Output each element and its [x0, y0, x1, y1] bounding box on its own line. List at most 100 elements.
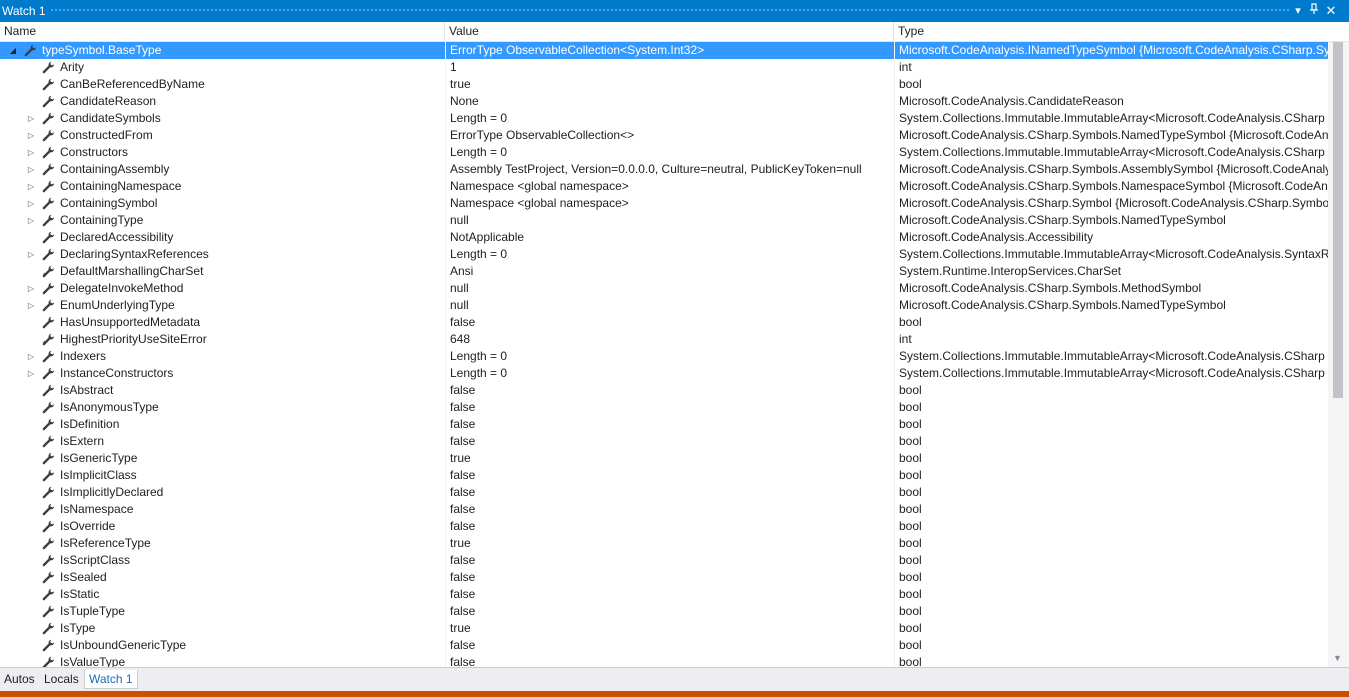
- row-value[interactable]: None: [445, 93, 893, 110]
- row-name[interactable]: CandidateSymbols: [60, 110, 161, 127]
- watch-row[interactable]: IsDefinition false bool: [0, 416, 1328, 433]
- row-name[interactable]: IsStatic: [60, 586, 99, 603]
- scrollbar-thumb[interactable]: [1333, 42, 1343, 398]
- row-name[interactable]: ConstructedFrom: [60, 127, 153, 144]
- row-name[interactable]: typeSymbol.BaseType: [42, 42, 161, 59]
- watch-row[interactable]: ▷ ContainingAssembly Assembly TestProject,…: [0, 161, 1328, 178]
- row-value[interactable]: true: [445, 76, 893, 93]
- row-name[interactable]: DeclaredAccessibility: [60, 229, 173, 246]
- row-name[interactable]: DelegateInvokeMethod: [60, 280, 183, 297]
- watch-row[interactable]: DefaultMarshallingCharSet Ansi System.Runt…: [0, 263, 1328, 280]
- expand-arrow-icon[interactable]: ▷: [26, 195, 36, 212]
- watch-row[interactable]: IsStatic false bool: [0, 586, 1328, 603]
- row-name[interactable]: IsExtern: [60, 433, 104, 450]
- expand-arrow-icon[interactable]: ▷: [26, 280, 36, 297]
- row-value[interactable]: Namespace <global namespace>: [445, 195, 893, 212]
- row-value[interactable]: false: [445, 518, 893, 535]
- row-name[interactable]: ContainingNamespace: [60, 178, 181, 195]
- row-value[interactable]: Assembly TestProject, Version=0.0.0.0, C…: [445, 161, 893, 178]
- window-title-bar[interactable]: Watch 1 ▾ ✕: [0, 0, 1349, 22]
- watch-row[interactable]: CandidateReason None Microsoft.CodeAnalysi…: [0, 93, 1328, 110]
- row-name[interactable]: IsScriptClass: [60, 552, 130, 569]
- tab-locals[interactable]: Locals: [40, 670, 83, 688]
- row-value[interactable]: false: [445, 603, 893, 620]
- row-value[interactable]: false: [445, 314, 893, 331]
- column-header-value[interactable]: Value: [445, 22, 894, 41]
- row-value[interactable]: Length = 0: [445, 365, 893, 382]
- row-name[interactable]: IsAbstract: [60, 382, 113, 399]
- watch-row[interactable]: IsNamespace false bool: [0, 501, 1328, 518]
- dropdown-icon[interactable]: ▾: [1290, 3, 1306, 19]
- watch-row[interactable]: IsScriptClass false bool: [0, 552, 1328, 569]
- row-name[interactable]: Indexers: [60, 348, 106, 365]
- watch-row[interactable]: ▷ ContainingNamespace Namespace <global na…: [0, 178, 1328, 195]
- row-name[interactable]: IsGenericType: [60, 450, 137, 467]
- watch-row[interactable]: ▷ CandidateSymbols Length = 0 System.Collec…: [0, 110, 1328, 127]
- row-name[interactable]: CanBeReferencedByName: [60, 76, 205, 93]
- row-value[interactable]: Length = 0: [445, 348, 893, 365]
- row-value[interactable]: false: [445, 637, 893, 654]
- row-name[interactable]: HasUnsupportedMetadata: [60, 314, 200, 331]
- expand-arrow-icon[interactable]: ▷: [26, 178, 36, 195]
- expand-arrow-icon[interactable]: ▷: [26, 246, 36, 263]
- row-value[interactable]: false: [445, 416, 893, 433]
- watch-row[interactable]: ▷ Constructors Length = 0 System.Collection…: [0, 144, 1328, 161]
- watch-row[interactable]: ▷ ConstructedFrom ErrorType ObservableColl…: [0, 127, 1328, 144]
- row-value[interactable]: Length = 0: [445, 110, 893, 127]
- row-value[interactable]: false: [445, 467, 893, 484]
- row-name[interactable]: IsReferenceType: [60, 535, 151, 552]
- row-name[interactable]: ContainingSymbol: [60, 195, 157, 212]
- collapse-arrow-icon[interactable]: ◢: [8, 42, 18, 59]
- expand-arrow-icon[interactable]: ▷: [26, 297, 36, 314]
- row-name[interactable]: DeclaringSyntaxReferences: [60, 246, 209, 263]
- row-value[interactable]: false: [445, 382, 893, 399]
- pin-icon[interactable]: [1306, 3, 1322, 19]
- row-value[interactable]: false: [445, 501, 893, 518]
- row-value[interactable]: false: [445, 586, 893, 603]
- row-name[interactable]: IsUnboundGenericType: [60, 637, 186, 654]
- watch-row[interactable]: DeclaredAccessibility NotApplicable Micros…: [0, 229, 1328, 246]
- row-name[interactable]: IsDefinition: [60, 416, 119, 433]
- row-name[interactable]: DefaultMarshallingCharSet: [60, 263, 203, 280]
- row-value[interactable]: null: [445, 297, 893, 314]
- vertical-scrollbar[interactable]: ▼: [1328, 42, 1349, 667]
- expand-arrow-icon[interactable]: ▷: [26, 110, 36, 127]
- row-name[interactable]: IsValueType: [60, 654, 125, 667]
- row-value[interactable]: null: [445, 280, 893, 297]
- row-value[interactable]: false: [445, 569, 893, 586]
- row-name[interactable]: IsTupleType: [60, 603, 125, 620]
- row-name[interactable]: HighestPriorityUseSiteError: [60, 331, 207, 348]
- watch-row[interactable]: HasUnsupportedMetadata false bool: [0, 314, 1328, 331]
- row-value[interactable]: true: [445, 535, 893, 552]
- row-name[interactable]: IsImplicitlyDeclared: [60, 484, 163, 501]
- watch-row[interactable]: ▷ ContainingType null Microsoft.CodeAnalysi…: [0, 212, 1328, 229]
- row-name[interactable]: CandidateReason: [60, 93, 156, 110]
- expand-arrow-icon[interactable]: ▷: [26, 127, 36, 144]
- row-value[interactable]: false: [445, 433, 893, 450]
- expand-arrow-icon[interactable]: ▷: [26, 348, 36, 365]
- watch-row[interactable]: CanBeReferencedByName true bool: [0, 76, 1328, 93]
- row-value[interactable]: 1: [445, 59, 893, 76]
- expand-arrow-icon[interactable]: ▷: [26, 161, 36, 178]
- row-name[interactable]: IsSealed: [60, 569, 107, 586]
- row-name[interactable]: Arity: [60, 59, 84, 76]
- row-value[interactable]: Ansi: [445, 263, 893, 280]
- watch-row[interactable]: ▷ EnumUnderlyingType null Microsoft.CodeAna…: [0, 297, 1328, 314]
- watch-row[interactable]: IsUnboundGenericType false bool: [0, 637, 1328, 654]
- watch-row[interactable]: ▷ DelegateInvokeMethod null Microsoft.CodeA…: [0, 280, 1328, 297]
- row-value[interactable]: null: [445, 212, 893, 229]
- row-value[interactable]: Length = 0: [445, 246, 893, 263]
- watch-row[interactable]: ▷ ContainingSymbol Namespace <global names…: [0, 195, 1328, 212]
- expand-arrow-icon[interactable]: ▷: [26, 365, 36, 382]
- watch-row[interactable]: Arity 1 int: [0, 59, 1328, 76]
- watch-row[interactable]: IsType true bool: [0, 620, 1328, 637]
- drag-grip[interactable]: [50, 8, 1289, 13]
- row-name[interactable]: IsNamespace: [60, 501, 133, 518]
- row-value[interactable]: false: [445, 484, 893, 501]
- row-value[interactable]: false: [445, 654, 893, 667]
- watch-row[interactable]: IsAbstract false bool: [0, 382, 1328, 399]
- watch-row[interactable]: IsOverride false bool: [0, 518, 1328, 535]
- row-name[interactable]: ContainingAssembly: [60, 161, 169, 178]
- expand-arrow-icon[interactable]: ▷: [26, 144, 36, 161]
- row-name[interactable]: IsOverride: [60, 518, 115, 535]
